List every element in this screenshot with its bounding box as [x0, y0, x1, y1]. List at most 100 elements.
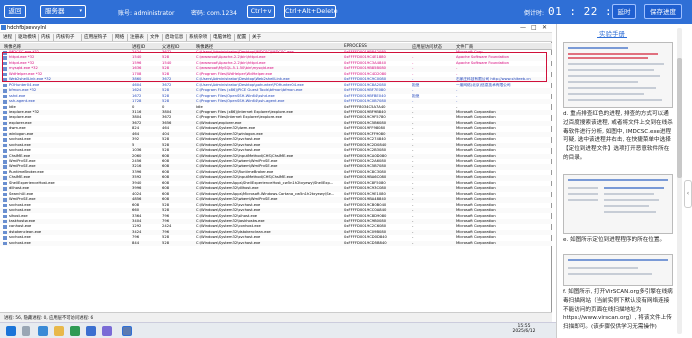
thumb-line [568, 187, 598, 189]
table-row[interactable]: svchost.exe 844 528 C:\Windows\System32\svc… [0, 240, 552, 247]
tab-user-hooks[interactable]: 应用层钩子 [84, 34, 107, 40]
thumb-line [568, 81, 638, 83]
process-manager-window: hdchfbjxevvylnl — □ ✕ 进程 驱动模块 内核 内核钩子 应用… [0, 24, 552, 322]
minimize-icon[interactable]: — [520, 24, 526, 31]
thumb-line [604, 193, 654, 195]
process-icon [3, 165, 7, 169]
tab-kernel[interactable]: 内核 [41, 34, 50, 40]
cell-vendor: Microsoft Corporation [456, 240, 496, 245]
process-icon [3, 225, 7, 229]
app-icon[interactable] [86, 326, 96, 336]
server-select[interactable]: 服务器 ▾ [40, 5, 86, 18]
cell-pid: 844 [132, 240, 140, 245]
cell-access: - [412, 240, 414, 245]
process-icon [3, 127, 7, 131]
close-icon[interactable]: ✕ [542, 24, 547, 31]
process-icon [3, 236, 7, 240]
thumb-line [568, 69, 654, 71]
divider [81, 34, 82, 41]
divider [234, 34, 235, 41]
tab-startup[interactable]: 启动信息 [165, 34, 183, 40]
ctrl-v-button[interactable]: Ctrl+v [247, 5, 275, 18]
scrollbar-thumb[interactable] [677, 58, 682, 178]
column-header-eprocess[interactable]: EPROCESS [344, 44, 367, 49]
process-icon [3, 83, 7, 88]
thumb-line [568, 63, 664, 65]
process-icon [3, 132, 7, 137]
process-list: IMDCSC.exe *32 2424 3672 C:\Users\Administr… [0, 50, 552, 312]
title-underline [597, 37, 627, 38]
process-icon [3, 138, 7, 142]
process-icon [3, 209, 7, 213]
tab-kernel-hooks[interactable]: 内核钩子 [56, 34, 74, 40]
screenshot-thumbnail-process [563, 42, 673, 108]
back-button[interactable]: 返回 [4, 5, 26, 18]
process-icon [3, 181, 7, 186]
thumb-line [568, 99, 662, 101]
tab-bar: 进程 驱动模块 内核 内核钩子 应用层钩子 网络 注册表 文件 启动信息 系统杂… [0, 33, 552, 42]
password-text: 密码: com.1234 [191, 10, 237, 17]
windows-taskbar: 15:55 2025/6/12 [0, 322, 556, 338]
cell-eprocess: 0xFFFFD0019CD5B840 [344, 240, 387, 245]
divider [127, 34, 128, 41]
process-icon [3, 203, 7, 208]
tool-icon[interactable] [70, 326, 80, 336]
tab-registry[interactable]: 注册表 [130, 34, 144, 40]
thumb-line [568, 179, 668, 181]
cell-ppid: 528 [162, 240, 170, 245]
status-bar: 进程: 56, 隐藏进程: 0, 应用层不可访问进程: 6 [0, 312, 552, 322]
process-icon [3, 160, 7, 164]
divider [53, 34, 54, 41]
table-header: 映像名称 进程ID 父进程ID 映像路径 EPROCESS 应用层访问状态 文件… [0, 43, 552, 50]
thumb-line [568, 199, 598, 201]
process-icon [3, 149, 7, 153]
process-icon [3, 192, 7, 197]
divider [147, 34, 148, 41]
app-icon[interactable] [102, 326, 112, 336]
screenshot-thumbnail-folder [563, 174, 673, 234]
collapse-panel-icon[interactable]: ‹ [684, 180, 692, 208]
ie-icon[interactable] [38, 326, 48, 336]
tab-system-misc[interactable]: 系统杂项 [189, 34, 207, 40]
process-icon [3, 198, 7, 202]
tab-driver-modules[interactable]: 驱动模块 [18, 34, 36, 40]
maximize-icon[interactable]: □ [531, 24, 537, 31]
process-icon [3, 154, 7, 159]
divider [210, 34, 211, 41]
thumb-line [568, 93, 644, 95]
divider [249, 34, 250, 41]
extend-time-button[interactable]: 延时 [612, 4, 636, 19]
cell-name: svchost.exe [9, 240, 31, 245]
process-icon [3, 105, 7, 109]
process-icon [3, 219, 7, 224]
divider [162, 34, 163, 41]
process-icon [3, 230, 7, 235]
start-icon[interactable] [6, 326, 16, 336]
step-e-text: e. 如图所示定位到进程程序的所在位置。 [563, 237, 666, 243]
tab-files[interactable]: 文件 [150, 34, 159, 40]
tab-pc-checkup[interactable]: 电脑体检 [213, 34, 231, 40]
process-icon [3, 100, 7, 104]
process-icon [3, 94, 7, 99]
tab-network[interactable]: 网络 [115, 34, 124, 40]
ctrl-alt-delete-button[interactable]: Ctrl+Alt+Delete [284, 5, 338, 18]
active-app-icon[interactable] [122, 326, 132, 336]
process-icon [3, 121, 7, 126]
process-count-text: 进程: 56, 隐藏进程: 0, 应用层不可访问进程: 6 [4, 316, 94, 321]
thumb-line [604, 187, 664, 189]
taskbar-clock[interactable]: 15:55 2025/6/12 [506, 324, 542, 334]
tab-about[interactable]: 关于 [252, 34, 261, 40]
folder-icon[interactable] [54, 326, 64, 336]
process-icon [3, 214, 7, 218]
clock-date: 2025/6/12 [512, 329, 536, 334]
thumb-line [568, 273, 652, 275]
panel-scrollbar[interactable] [677, 28, 682, 334]
process-icon [3, 110, 7, 115]
thumb-line [568, 87, 656, 89]
thumb-line [604, 205, 649, 207]
task-view-icon[interactable] [22, 326, 30, 336]
save-progress-button[interactable]: 保存进度 [644, 4, 682, 19]
thumb-line [568, 53, 658, 55]
tab-config[interactable]: 配置 [237, 34, 246, 40]
tab-process[interactable]: 进程 [3, 34, 12, 40]
